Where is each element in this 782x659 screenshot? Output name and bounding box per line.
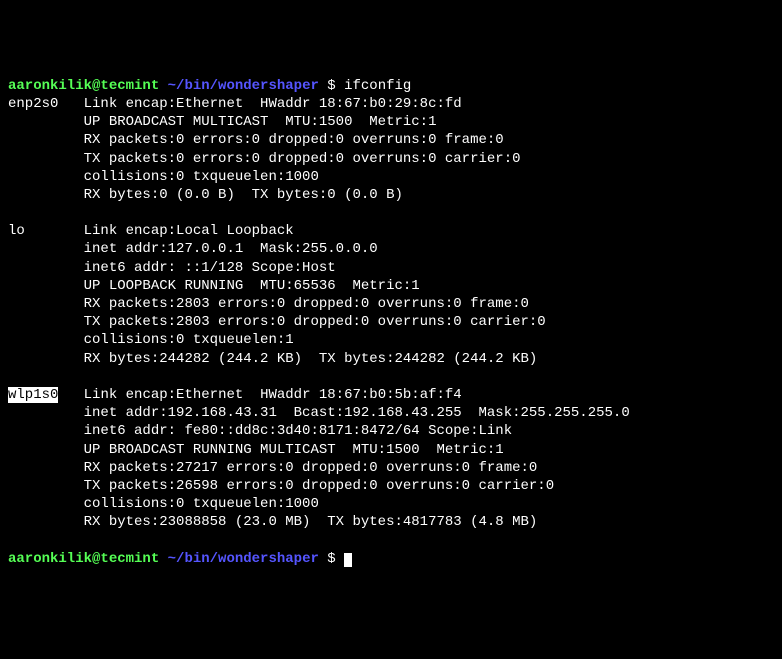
interface-detail: RX packets:27217 errors:0 dropped:0 over… (84, 460, 538, 476)
interface-detail: RX packets:2803 errors:0 dropped:0 overr… (84, 296, 529, 312)
interface-name: enp2s0 (8, 96, 84, 112)
interface-detail: inet addr:192.168.43.31 Bcast:192.168.43… (84, 405, 630, 421)
prompt-symbol: $ (327, 551, 335, 567)
prompt-path: ~/bin/wondershaper (168, 78, 319, 94)
interface-detail: inet addr:127.0.0.1 Mask:255.0.0.0 (84, 241, 378, 257)
command-input: ifconfig (344, 78, 411, 94)
cursor[interactable] (344, 553, 352, 567)
interface-detail: Link encap:Local Loopback (84, 223, 294, 239)
interface-name: lo (8, 223, 84, 239)
interface-detail: inet6 addr: fe80::dd8c:3d40:8171:8472/64… (84, 423, 512, 439)
prompt-user: aaronkilik@tecmint (8, 551, 159, 567)
interface-detail: RX bytes:0 (0.0 B) TX bytes:0 (0.0 B) (84, 187, 403, 203)
interface-detail: UP BROADCAST MULTICAST MTU:1500 Metric:1 (84, 114, 437, 130)
prompt-user: aaronkilik@tecmint (8, 78, 159, 94)
interface-detail: UP LOOPBACK RUNNING MTU:65536 Metric:1 (84, 278, 420, 294)
prompt-symbol: $ (327, 78, 335, 94)
interface-detail: collisions:0 txqueuelen:1000 (84, 169, 319, 185)
interface-detail: TX packets:0 errors:0 dropped:0 overruns… (84, 151, 521, 167)
interface-detail: RX bytes:23088858 (23.0 MB) TX bytes:481… (84, 514, 538, 530)
interface-detail: inet6 addr: ::1/128 Scope:Host (84, 260, 336, 276)
interface-detail: TX packets:2803 errors:0 dropped:0 overr… (84, 314, 546, 330)
terminal-output[interactable]: aaronkilik@tecmint ~/bin/wondershaper $ … (8, 77, 774, 568)
interface-detail: RX packets:0 errors:0 dropped:0 overruns… (84, 132, 504, 148)
interface-detail: collisions:0 txqueuelen:1000 (84, 496, 319, 512)
interface-detail: RX bytes:244282 (244.2 KB) TX bytes:2442… (84, 351, 538, 367)
interface-detail: collisions:0 txqueuelen:1 (84, 332, 294, 348)
interface-detail: UP BROADCAST RUNNING MULTICAST MTU:1500 … (84, 442, 504, 458)
interface-detail: TX packets:26598 errors:0 dropped:0 over… (84, 478, 554, 494)
prompt-path: ~/bin/wondershaper (168, 551, 319, 567)
interface-detail: Link encap:Ethernet HWaddr 18:67:b0:29:8… (84, 96, 462, 112)
interface-detail: Link encap:Ethernet HWaddr 18:67:b0:5b:a… (84, 387, 462, 403)
interface-name-highlighted: wlp1s0 (8, 387, 58, 403)
